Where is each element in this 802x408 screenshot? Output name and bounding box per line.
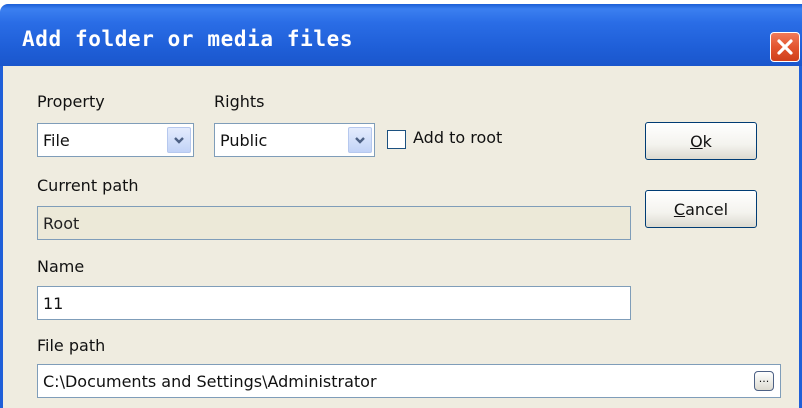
add-to-root-label[interactable]: Add to root bbox=[413, 128, 502, 147]
close-icon bbox=[777, 39, 793, 55]
browse-button[interactable]: ... bbox=[754, 371, 774, 391]
rights-label: Rights bbox=[214, 92, 265, 111]
property-dropdown[interactable]: File bbox=[37, 123, 194, 157]
cancel-button[interactable]: Cancel bbox=[645, 190, 757, 228]
title-bar[interactable]: Add folder or media files bbox=[0, 4, 802, 66]
cancel-button-label: ancel bbox=[685, 199, 729, 219]
cancel-button-mnemonic: C bbox=[673, 199, 686, 219]
rights-dropdown-arrow[interactable] bbox=[348, 127, 372, 153]
property-label: Property bbox=[37, 92, 105, 111]
close-button[interactable] bbox=[770, 32, 800, 62]
property-selected-value: File bbox=[43, 130, 70, 150]
dialog-window: Add folder or media files Property File … bbox=[0, 0, 802, 408]
name-label: Name bbox=[37, 257, 85, 276]
ok-button-label: k bbox=[702, 131, 712, 151]
current-path-field: Root bbox=[37, 206, 631, 240]
chevron-down-icon bbox=[174, 137, 184, 144]
file-path-label: File path bbox=[37, 336, 106, 355]
chevron-down-icon bbox=[355, 137, 365, 144]
dialog-body: Property File Rights Public Add to root … bbox=[0, 66, 802, 408]
ellipsis-icon: ... bbox=[758, 372, 770, 385]
property-dropdown-arrow[interactable] bbox=[167, 127, 191, 153]
add-to-root-checkbox[interactable] bbox=[387, 130, 406, 149]
name-field[interactable]: 11 bbox=[37, 286, 631, 320]
current-path-label: Current path bbox=[37, 176, 139, 195]
ok-button-mnemonic: O bbox=[690, 131, 703, 151]
rights-selected-value: Public bbox=[220, 130, 268, 150]
rights-dropdown[interactable]: Public bbox=[214, 123, 375, 157]
window-title: Add folder or media files bbox=[22, 27, 354, 51]
ok-button[interactable]: Ok bbox=[645, 122, 757, 160]
file-path-value: C:\Documents and Settings\Administrator bbox=[43, 371, 377, 391]
file-path-field[interactable]: C:\Documents and Settings\Administrator bbox=[37, 364, 781, 398]
